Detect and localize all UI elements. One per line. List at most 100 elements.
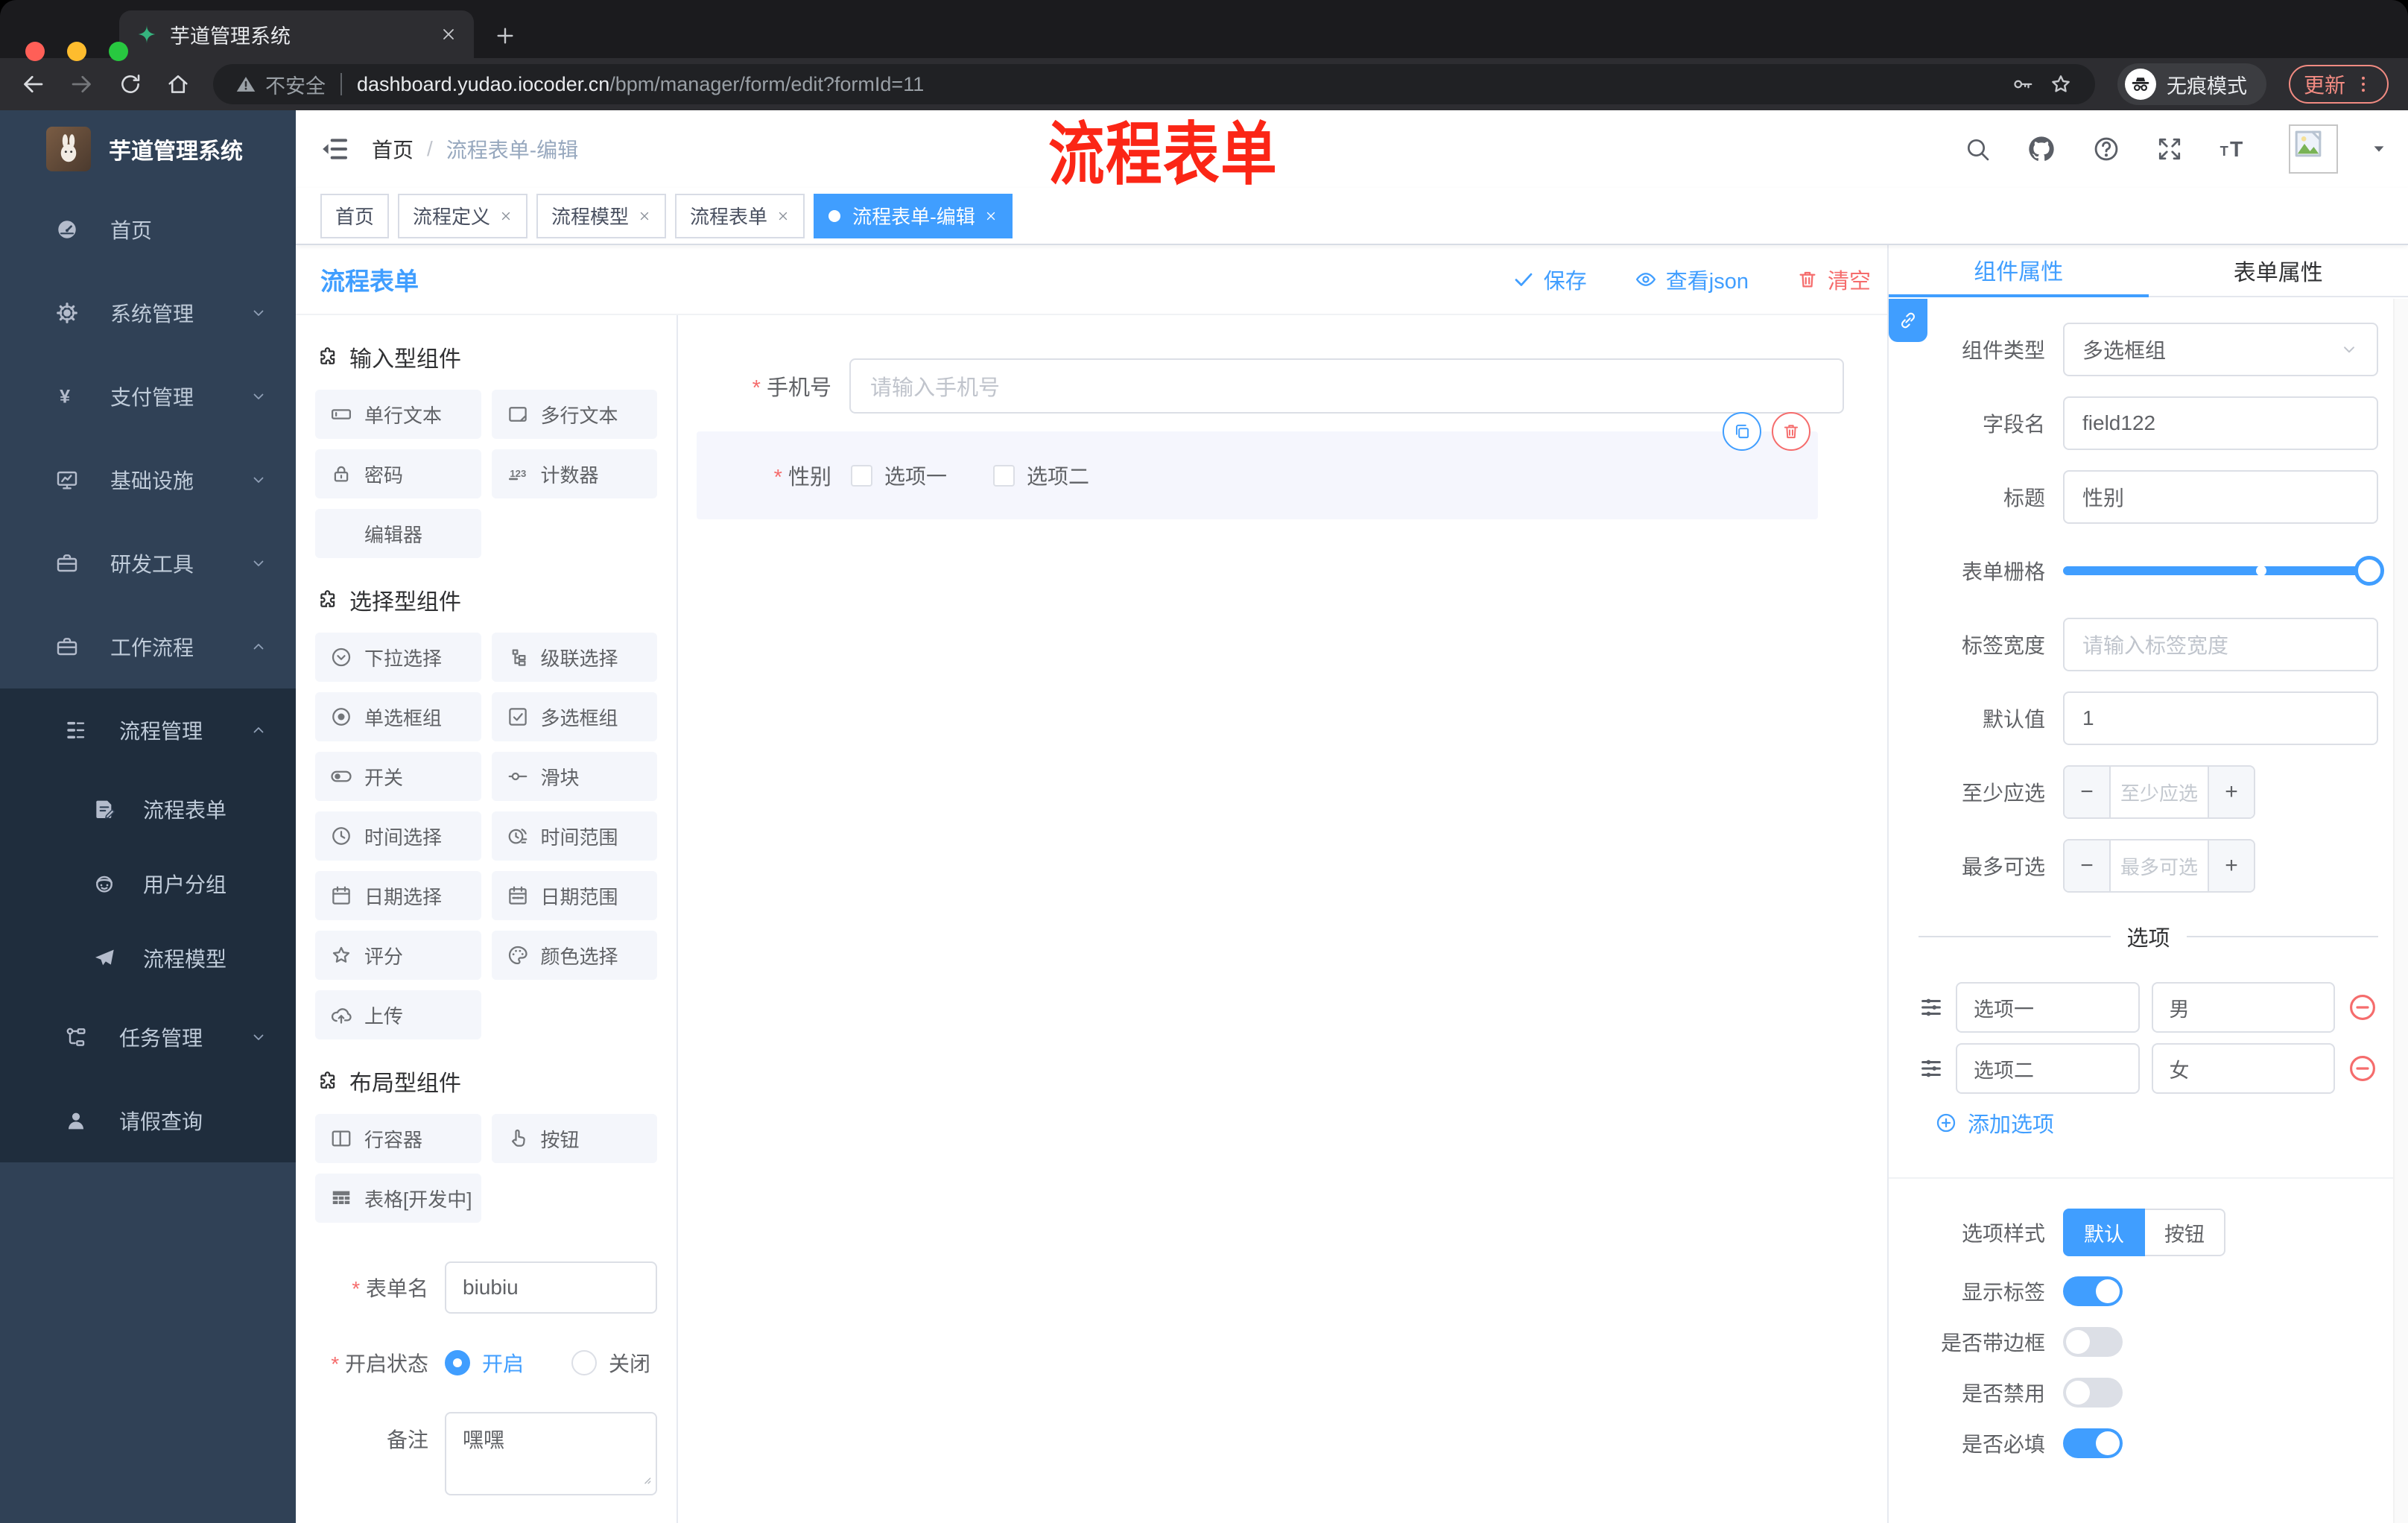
tag-view-流程模型[interactable]: 流程模型 bbox=[536, 193, 667, 238]
toggle-switch-是否必填[interactable] bbox=[2063, 1428, 2123, 1458]
browser-tab[interactable]: 芋道管理系统 bbox=[119, 10, 474, 58]
toggle-switch-是否带边框[interactable] bbox=[2063, 1327, 2123, 1357]
font-size-icon[interactable]: TT bbox=[2219, 134, 2249, 164]
sidebar-item-系统管理[interactable]: 系统管理 bbox=[0, 271, 296, 355]
tab-组件属性[interactable]: 组件属性 bbox=[1889, 245, 2149, 297]
sidebar-item-用户分组[interactable]: 用户分组 bbox=[0, 846, 296, 921]
add-option-button[interactable]: 添加选项 bbox=[1935, 1107, 2378, 1139]
form-remark-textarea[interactable]: 嘿嘿 bbox=[445, 1412, 657, 1495]
stepper-plus-button[interactable]: + bbox=[2208, 840, 2254, 891]
stepper-minus-button[interactable]: − bbox=[2065, 840, 2111, 891]
palette-item-单选框组[interactable]: 单选框组 bbox=[315, 692, 481, 741]
reload-button[interactable] bbox=[118, 72, 143, 97]
component-type-select[interactable]: 多选框组 bbox=[2063, 323, 2378, 376]
toggle-switch-是否禁用[interactable] bbox=[2063, 1378, 2123, 1408]
phone-field-input[interactable]: 请输入手机号 bbox=[849, 358, 1844, 414]
palette-item-评分[interactable]: 评分 bbox=[315, 931, 481, 980]
palette-item-日期选择[interactable]: 日期选择 bbox=[315, 871, 481, 920]
gender-checkbox-选项一[interactable]: 选项一 bbox=[851, 460, 947, 490]
minimize-window-button[interactable] bbox=[67, 42, 86, 61]
avatar-caret-down-icon[interactable] bbox=[2371, 141, 2387, 157]
palette-item-时间选择[interactable]: 时间选择 bbox=[315, 811, 481, 861]
remove-option-icon[interactable] bbox=[2347, 1053, 2378, 1084]
zoom-window-button[interactable] bbox=[109, 42, 128, 61]
palette-item-按钮[interactable]: 按钮 bbox=[491, 1114, 657, 1163]
label-width-input[interactable]: 请输入标签宽度 bbox=[2063, 618, 2378, 671]
min-checked-placeholder[interactable]: 至少应选 bbox=[2111, 767, 2208, 817]
remove-option-icon[interactable] bbox=[2347, 992, 2378, 1023]
toggle-switch-显示标签[interactable] bbox=[2063, 1276, 2123, 1306]
drag-handle-icon[interactable] bbox=[1919, 1056, 1944, 1081]
palette-item-密码[interactable]: 密码 bbox=[315, 449, 481, 498]
查看json-button[interactable]: 查看json bbox=[1635, 264, 1749, 295]
panel-drawer-handle[interactable] bbox=[1889, 299, 1927, 342]
sidebar-item-流程表单[interactable]: 流程表单 bbox=[0, 772, 296, 846]
status-radio-关闭[interactable]: 关闭 bbox=[571, 1348, 650, 1378]
sidebar-item-首页[interactable]: 首页 bbox=[0, 188, 296, 271]
form-grid-slider[interactable] bbox=[2063, 544, 2384, 598]
tag-view-流程表单-编辑[interactable]: 流程表单-编辑 bbox=[814, 193, 1013, 238]
title-input[interactable]: 性别 bbox=[2063, 470, 2378, 524]
back-button[interactable] bbox=[19, 71, 46, 98]
browser-update-button[interactable]: 更新 bbox=[2288, 65, 2389, 104]
tag-close-icon[interactable] bbox=[638, 209, 651, 223]
max-checked-placeholder[interactable]: 最多可选 bbox=[2111, 840, 2208, 891]
palette-item-编辑器[interactable]: 编辑器 bbox=[315, 509, 481, 558]
sidebar-item-研发工具[interactable]: 研发工具 bbox=[0, 522, 296, 605]
sidebar-item-请假查询[interactable]: 请假查询 bbox=[0, 1079, 296, 1162]
delete-component-button[interactable] bbox=[1772, 412, 1810, 451]
palette-item-开关[interactable]: 开关 bbox=[315, 752, 481, 801]
palette-item-滑块[interactable]: 滑块 bbox=[491, 752, 657, 801]
清空-button[interactable]: 清空 bbox=[1796, 264, 1871, 295]
tag-close-icon[interactable] bbox=[776, 209, 790, 223]
status-radio-开启[interactable]: 开启 bbox=[445, 1348, 524, 1378]
sidebar-item-流程管理[interactable]: 流程管理 bbox=[0, 688, 296, 772]
bookmark-star-icon[interactable] bbox=[2049, 72, 2073, 96]
search-icon[interactable] bbox=[1964, 136, 1991, 162]
tag-view-流程定义[interactable]: 流程定义 bbox=[398, 193, 528, 238]
forward-button[interactable] bbox=[69, 71, 95, 98]
palette-item-计数器[interactable]: 123 计数器 bbox=[491, 449, 657, 498]
field-name-input[interactable]: field122 bbox=[2063, 396, 2378, 450]
checkbox-box[interactable] bbox=[851, 464, 872, 487]
gender-checkbox-选项二[interactable]: 选项二 bbox=[993, 460, 1089, 490]
palette-item-颜色选择[interactable]: 颜色选择 bbox=[491, 931, 657, 980]
fullscreen-icon[interactable] bbox=[2156, 136, 2183, 162]
option-name-input[interactable]: 选项二 bbox=[1956, 1043, 2140, 1094]
option-name-input[interactable]: 选项一 bbox=[1956, 982, 2140, 1033]
tag-view-首页[interactable]: 首页 bbox=[320, 193, 390, 238]
palette-item-表格[开发中][interactable]: 表格[开发中] bbox=[315, 1174, 481, 1223]
palette-item-时间范围[interactable]: 时间范围 bbox=[491, 811, 657, 861]
保存-button[interactable]: 保存 bbox=[1512, 264, 1587, 295]
avatar[interactable] bbox=[2289, 124, 2338, 174]
security-warning-icon[interactable] bbox=[235, 74, 256, 95]
palette-item-行容器[interactable]: 行容器 bbox=[315, 1114, 481, 1163]
help-icon[interactable] bbox=[2092, 135, 2120, 163]
sidebar-item-任务管理[interactable]: 任务管理 bbox=[0, 995, 296, 1079]
palette-item-单行文本[interactable]: 单行文本 bbox=[315, 390, 481, 439]
hamburger-icon[interactable] bbox=[320, 134, 349, 164]
palette-item-多行文本[interactable]: 多行文本 bbox=[491, 390, 657, 439]
tab-close-icon[interactable] bbox=[440, 25, 457, 43]
tag-view-流程表单[interactable]: 流程表单 bbox=[675, 193, 805, 238]
tag-close-icon[interactable] bbox=[499, 209, 513, 223]
checkbox-box[interactable] bbox=[993, 464, 1016, 487]
option-style-按钮[interactable]: 按钮 bbox=[2145, 1209, 2225, 1256]
stepper-plus-button[interactable]: + bbox=[2208, 767, 2254, 817]
palette-item-日期范围[interactable]: 日期范围 bbox=[491, 871, 657, 920]
browser-menu-dots-icon[interactable] bbox=[2353, 74, 2374, 95]
palette-item-下拉选择[interactable]: 下拉选择 bbox=[315, 633, 481, 682]
sidebar-item-支付管理[interactable]: ¥ 支付管理 bbox=[0, 355, 296, 438]
tag-close-icon[interactable] bbox=[984, 209, 998, 223]
default-value-input[interactable]: 1 bbox=[2063, 691, 2378, 745]
sidebar-item-流程模型[interactable]: 流程模型 bbox=[0, 921, 296, 995]
macos-traffic-lights[interactable] bbox=[25, 42, 128, 61]
close-window-button[interactable] bbox=[25, 42, 45, 61]
option-style-默认[interactable]: 默认 bbox=[2063, 1209, 2145, 1256]
slider-knob[interactable] bbox=[2354, 556, 2384, 586]
password-key-icon[interactable] bbox=[2012, 73, 2034, 95]
github-icon[interactable] bbox=[2027, 134, 2056, 164]
option-value-input[interactable]: 男 bbox=[2151, 982, 2335, 1033]
inspector-scrollbar[interactable] bbox=[2393, 299, 2408, 1523]
address-bar[interactable]: 不安全 dashboard.yudao.iocoder.cn/bpm/manag… bbox=[213, 64, 2095, 104]
